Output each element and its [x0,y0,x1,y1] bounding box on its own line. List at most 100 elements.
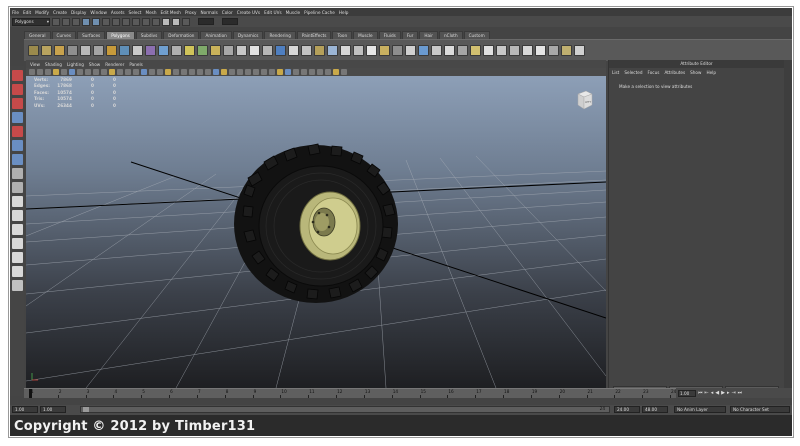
script-editor-layout-icon[interactable] [11,280,23,291]
shelf-tab[interactable]: Rendering [264,31,296,39]
animation-start-field[interactable]: 1.00 [12,406,38,413]
step-forward-key-icon[interactable]: ⇥ [731,390,735,396]
panel-tool-icon[interactable] [117,69,123,75]
menu-set-selector[interactable]: Polygons ▾ [12,17,50,26]
go-to-start-icon[interactable]: ⏮ [698,390,703,396]
panel-tool-icon[interactable] [205,69,211,75]
fill-hole-icon[interactable] [288,45,299,56]
show-manipulator-icon[interactable] [11,168,23,179]
offset-loop-icon[interactable] [340,45,351,56]
soft-mod-icon[interactable] [11,154,23,165]
animation-end-field[interactable]: 48.00 [642,406,668,413]
extrude-icon[interactable] [353,45,364,56]
character-set-selector[interactable]: No Character Set [730,406,790,413]
panel-tool-icon[interactable] [317,69,323,75]
panel-tool-icon[interactable] [141,69,147,75]
menu-item[interactable]: File [12,10,19,15]
menu-item[interactable]: Mesh [145,10,156,15]
render-icon[interactable] [162,17,170,26]
outliner-layout-icon[interactable] [11,252,23,263]
rotate-tool-icon[interactable] [11,126,23,137]
hypershade-layout-icon[interactable] [11,266,23,277]
rename-field[interactable] [198,18,214,25]
attribute-menu-item[interactable]: Selected [624,70,642,75]
panel-tool-icon[interactable] [109,69,115,75]
panel-menu-item[interactable]: Panels [129,62,142,67]
menu-item[interactable]: Create [53,10,67,15]
shelf-tab[interactable]: Dynamics [232,31,264,39]
range-slider[interactable]: 24 [80,406,610,413]
extract-icon[interactable] [197,45,208,56]
helix-icon[interactable] [145,45,156,56]
soften-icon[interactable] [548,45,559,56]
panel-tool-icon[interactable] [341,69,347,75]
panel-tool-icon[interactable] [245,69,251,75]
pipe-icon[interactable] [132,45,143,56]
sphere-icon[interactable] [28,45,39,56]
shelf-tab[interactable]: Subdivs [135,31,163,39]
panel-tool-icon[interactable] [181,69,187,75]
move-tool-icon[interactable] [11,112,23,123]
menu-item[interactable]: Pipeline Cache [304,10,335,15]
menu-item[interactable]: Edit UVs [264,10,282,15]
insert-loop-icon[interactable] [327,45,338,56]
snap-surface-icon[interactable] [152,17,160,26]
panel-tool-icon[interactable] [253,69,259,75]
panel-tool-icon[interactable] [285,69,291,75]
panel-tool-icon[interactable] [61,69,67,75]
panel-tool-icon[interactable] [85,69,91,75]
tire-model[interactable] [234,143,398,303]
panel-tool-icon[interactable] [213,69,219,75]
plane-icon[interactable] [80,45,91,56]
playback-start-field[interactable]: 1.00 [40,406,66,413]
current-time-marker[interactable] [29,389,32,398]
panel-tool-icon[interactable] [301,69,307,75]
cone-icon[interactable] [67,45,78,56]
panel-tool-icon[interactable] [77,69,83,75]
panel-tool-icon[interactable] [165,69,171,75]
snap-grid-icon[interactable] [122,17,130,26]
menu-item[interactable]: Display [71,10,86,15]
panel-tool-icon[interactable] [29,69,35,75]
shelf-tab[interactable]: Toon [332,31,353,39]
select-tool-icon[interactable] [11,70,23,81]
menu-item[interactable]: Proxy [185,10,196,15]
shelf-tab[interactable]: Fur [401,31,419,39]
shelf-tab[interactable]: Deformation [163,31,200,39]
chamfer-icon[interactable] [457,45,468,56]
snap-curve-icon[interactable] [132,17,140,26]
wedge-icon[interactable] [392,45,403,56]
new-scene-icon[interactable] [52,17,60,26]
attribute-menu-item[interactable]: List [612,70,619,75]
shelf-tab[interactable]: Polygons [106,31,135,39]
reduce-icon[interactable] [236,45,247,56]
auto-map-icon[interactable] [535,45,546,56]
go-to-end-icon[interactable]: ⏭ [738,390,743,396]
panel-tool-icon[interactable] [237,69,243,75]
select-by-object-icon[interactable] [92,17,100,26]
step-back-key-icon[interactable]: ⇤ [705,390,709,396]
input-field[interactable] [222,18,238,25]
panel-tool-icon[interactable] [173,69,179,75]
menu-item[interactable]: Window [90,10,107,15]
panel-tool-icon[interactable] [69,69,75,75]
collapse-icon[interactable] [431,45,442,56]
viewcube[interactable]: LEFT [576,90,594,110]
split-icon[interactable] [314,45,325,56]
shelf-tab[interactable]: Fluids [378,31,401,39]
open-scene-icon[interactable] [62,17,70,26]
select-by-hierarchy-icon[interactable] [82,17,90,26]
persp-outliner-icon[interactable] [11,224,23,235]
shelf-tab[interactable]: PaintEffects [296,31,332,39]
quadrangulate-icon[interactable] [275,45,286,56]
cylinder-icon[interactable] [54,45,65,56]
side-tab-strip[interactable] [784,60,792,396]
smooth-icon[interactable] [210,45,221,56]
panel-menu-item[interactable]: Renderer [105,62,124,67]
panel-tool-icon[interactable] [221,69,227,75]
planar-map-icon[interactable] [496,45,507,56]
poke-icon[interactable] [379,45,390,56]
merge-icon[interactable] [418,45,429,56]
bevel-icon[interactable] [405,45,416,56]
duplicate-face-icon[interactable] [470,45,481,56]
